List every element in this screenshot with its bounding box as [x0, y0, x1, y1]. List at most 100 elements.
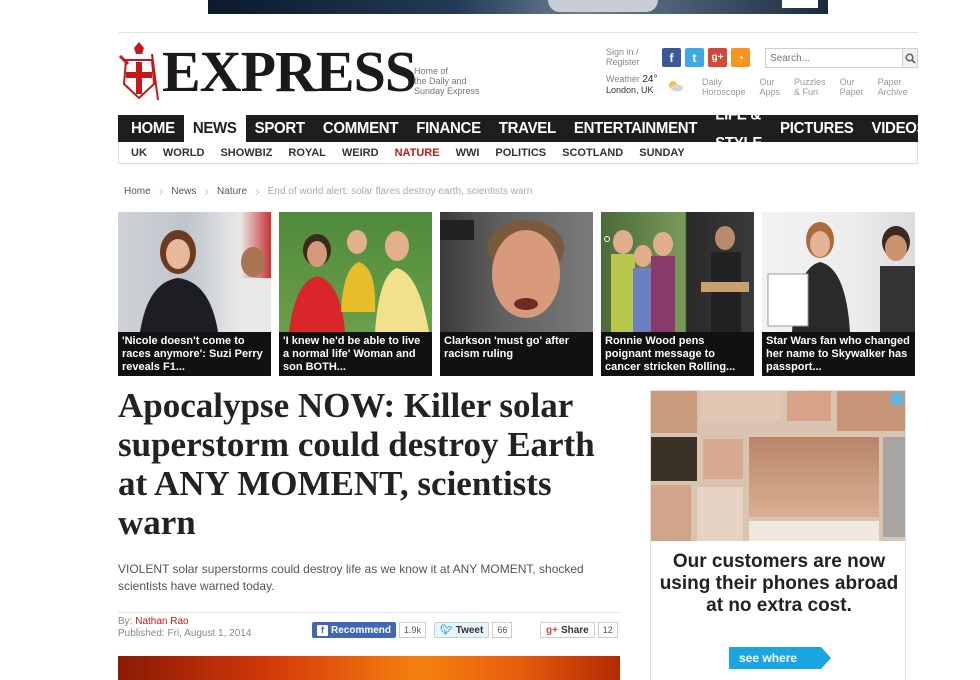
- site-logo[interactable]: EXPRESS: [162, 42, 417, 102]
- nav-entertainment[interactable]: ENTERTAINMENT: [565, 114, 706, 142]
- nav-sport[interactable]: SPORT: [246, 114, 314, 142]
- register-link[interactable]: Register: [606, 57, 640, 67]
- tagline-line: Home of: [414, 66, 449, 76]
- breadcrumb-current: End of world alert: solar flares destroy…: [267, 185, 533, 197]
- ad-button[interactable]: [782, 0, 818, 8]
- quick-link-paper[interactable]: Our Paper: [840, 77, 864, 97]
- quick-link-text: Our: [759, 77, 775, 87]
- quick-link-archive[interactable]: Paper Archive: [878, 77, 908, 97]
- nav-videos[interactable]: VIDEOS: [862, 114, 935, 142]
- subnav-politics[interactable]: POLITICS: [487, 147, 554, 159]
- person-silhouette: [767, 222, 915, 332]
- sign-in-link[interactable]: Sign in /: [606, 47, 640, 57]
- tagline-line: Sunday Express: [414, 86, 480, 96]
- article-headline: Apocalypse NOW: Killer solar superstorm …: [118, 386, 595, 542]
- related-story-card[interactable]: Ronnie Wood pens poignant message to can…: [601, 212, 754, 376]
- meta-divider: [118, 612, 620, 613]
- story-image: [118, 212, 271, 332]
- gplus-share-button[interactable]: g+ Share: [540, 622, 595, 638]
- quick-link-apps[interactable]: Our Apps: [760, 77, 781, 97]
- breadcrumb-separator: ›: [255, 183, 260, 199]
- ad-image-tile: [749, 437, 879, 517]
- story-caption: Star Wars fan who changed her name to Sk…: [762, 332, 915, 376]
- car-image: [548, 0, 658, 12]
- temperature: 24°: [642, 74, 658, 85]
- google-plus-icon[interactable]: g+: [708, 48, 727, 67]
- quick-link-text: Horoscope: [702, 87, 746, 97]
- subnav-sunday[interactable]: SUNDAY: [631, 147, 692, 159]
- quick-link-puzzles[interactable]: Puzzles & Fun: [794, 77, 826, 97]
- recommend-count: 1.9k: [399, 622, 427, 638]
- author-link[interactable]: Nathan Rao: [135, 616, 188, 627]
- top-banner-ad[interactable]: [208, 0, 828, 14]
- nav-finance[interactable]: FINANCE: [407, 114, 490, 142]
- quick-link-text: Our: [839, 77, 855, 87]
- people-silhouette: [289, 230, 429, 332]
- person-silhouette: [140, 230, 271, 332]
- recommend-button[interactable]: f Recommend: [312, 622, 397, 638]
- subnav-world[interactable]: WORLD: [155, 147, 213, 159]
- search-input[interactable]: [766, 49, 902, 67]
- related-stories: 'Nicole doesn't come to races anymore': …: [118, 212, 918, 376]
- ad-image-tile: [697, 487, 743, 541]
- story-caption: 'Nicole doesn't come to races anymore': …: [118, 332, 271, 376]
- adchoices-icon[interactable]: [891, 393, 903, 405]
- account-links: Sign in / Register: [606, 47, 640, 67]
- nav-home[interactable]: HOME: [122, 114, 184, 142]
- twitter-icon[interactable]: t: [685, 48, 704, 67]
- story-caption: Ronnie Wood pens poignant message to can…: [601, 332, 754, 376]
- search-button[interactable]: [902, 49, 917, 67]
- nav-travel[interactable]: TRAVEL: [490, 114, 565, 142]
- nav-pictures[interactable]: PICTURES: [771, 114, 862, 142]
- ad-image-tile: [749, 521, 879, 541]
- breadcrumb-nature[interactable]: Nature: [217, 186, 247, 197]
- twitter-bird-icon: 🐦︎: [440, 624, 453, 636]
- breadcrumb-separator: ›: [158, 183, 164, 199]
- nav-news[interactable]: NEWS: [183, 114, 246, 143]
- sub-nav: UK WORLD SHOWBIZ ROYAL WEIRD NATURE WWI …: [118, 142, 918, 164]
- weather-label: Weather: [606, 74, 640, 84]
- facebook-icon: f: [317, 624, 328, 636]
- gplus-count: 12: [597, 622, 618, 638]
- related-story-card[interactable]: Clarkson 'must go' after racism ruling: [440, 212, 593, 376]
- facebook-icon[interactable]: f: [662, 48, 681, 67]
- subnav-showbiz[interactable]: SHOWBIZ: [212, 147, 280, 159]
- gplus-share: g+ Share 12: [540, 622, 618, 638]
- facebook-share: f Recommend 1.9k: [312, 622, 427, 638]
- quick-link-text: Apps: [759, 87, 781, 97]
- tagline: Home of the Daily and Sunday Express: [414, 66, 494, 96]
- related-story-card[interactable]: 'Nicole doesn't come to races anymore': …: [118, 212, 271, 376]
- ad-image-tile: [651, 485, 691, 541]
- tweet-button[interactable]: 🐦︎ Tweet: [434, 622, 490, 638]
- tweet-label: Tweet: [455, 624, 484, 636]
- quick-link-text: Archive: [877, 87, 908, 97]
- nav-comment[interactable]: COMMENT: [314, 114, 407, 142]
- subnav-scotland[interactable]: SCOTLAND: [554, 147, 631, 159]
- story-image: [440, 212, 593, 332]
- rss-icon[interactable]: ◔: [731, 48, 750, 67]
- story-image: [762, 212, 915, 332]
- quick-link-horoscope[interactable]: Daily Horoscope: [702, 77, 746, 97]
- weather-widget[interactable]: Weather 24° London, UK: [606, 74, 658, 95]
- related-story-card[interactable]: Star Wars fan who changed her name to Sk…: [762, 212, 915, 376]
- sidebar-ad[interactable]: Our customers are now using their phones…: [650, 390, 906, 680]
- masthead: EXPRESS Home of the Daily and Sunday Exp…: [118, 38, 918, 104]
- subnav-royal[interactable]: ROYAL: [280, 147, 334, 159]
- related-story-card[interactable]: 'I knew he'd be able to live a normal li…: [279, 212, 432, 376]
- story-image: [601, 212, 754, 332]
- breadcrumb-news[interactable]: News: [171, 186, 196, 197]
- recommend-label: Recommend: [331, 624, 392, 636]
- google-plus-icon: g+: [546, 624, 558, 636]
- see-where-button[interactable]: see where: [729, 647, 831, 669]
- ad-image-tile: [651, 391, 697, 433]
- subnav-wwi[interactable]: WWI: [448, 147, 488, 159]
- byline: By: Nathan Rao Published: Fri, August 1,…: [118, 616, 251, 640]
- subnav-nature[interactable]: NATURE: [387, 147, 448, 159]
- crusader-crest-icon[interactable]: [118, 40, 160, 102]
- subnav-weird[interactable]: WEIRD: [334, 147, 387, 159]
- search-icon: [904, 52, 916, 64]
- breadcrumb-home[interactable]: Home: [124, 186, 151, 197]
- published-date: Published: Fri, August 1, 2014: [118, 628, 252, 639]
- slideshow-dot[interactable]: [604, 236, 610, 242]
- subnav-uk[interactable]: UK: [123, 147, 155, 159]
